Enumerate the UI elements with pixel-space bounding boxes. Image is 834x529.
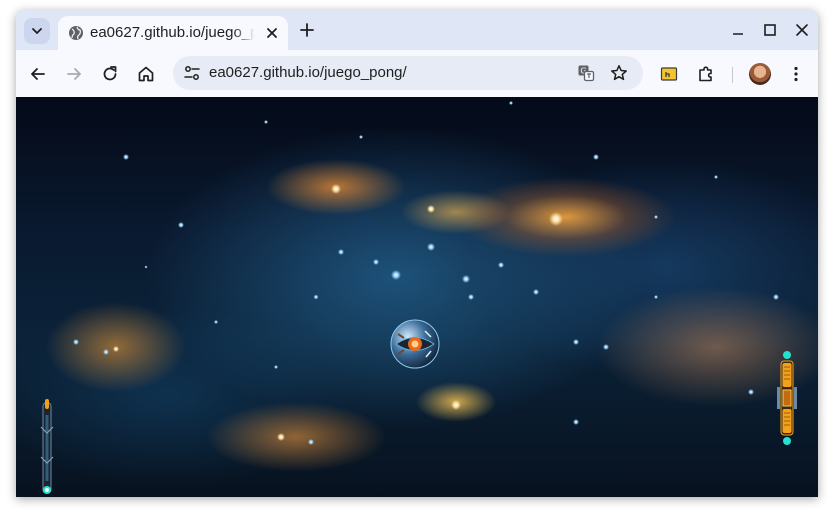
address-bar[interactable]: ea0627.github.io/juego_pong/ G [173, 56, 643, 90]
left-paddle [40, 399, 54, 494]
forward-arrow-icon[interactable] [64, 64, 84, 84]
game-canvas[interactable] [16, 97, 818, 497]
maximize-icon[interactable] [762, 22, 778, 38]
reload-icon[interactable] [100, 64, 120, 84]
back-arrow-icon[interactable] [28, 64, 48, 84]
tab-strip: ea0627.github.io/juego_pong/ [16, 10, 818, 50]
window-close-icon[interactable] [794, 22, 810, 38]
browser-window: ea0627.github.io/juego_pong/ [16, 10, 818, 497]
chevron-down-icon [32, 28, 42, 34]
toolbar-separator [732, 67, 733, 83]
globe-icon [69, 26, 83, 40]
translate-icon[interactable]: G [577, 64, 595, 82]
star-field [73, 101, 779, 445]
url-text: ea0627.github.io/juego_pong/ [209, 64, 407, 81]
plus-icon[interactable] [299, 22, 315, 38]
toolbar: ea0627.github.io/juego_pong/ G [16, 50, 818, 97]
space-nebula-background [73, 101, 779, 445]
profile-avatar[interactable] [749, 63, 771, 85]
tab-title: ea0627.github.io/juego_pong/ [90, 24, 255, 41]
tab-search-button[interactable] [24, 18, 50, 44]
bookmark-star-icon[interactable] [610, 64, 628, 82]
minimize-icon[interactable] [730, 22, 746, 38]
site-settings-icon[interactable] [183, 64, 201, 82]
extension-folder-icon[interactable] [659, 64, 679, 84]
close-icon[interactable] [264, 25, 280, 41]
spaceship-ball [390, 319, 440, 369]
tab-active[interactable]: ea0627.github.io/juego_pong/ [58, 16, 288, 50]
right-paddle [777, 351, 797, 445]
home-icon[interactable] [136, 64, 156, 84]
more-menu-icon[interactable] [786, 64, 806, 84]
puzzle-icon[interactable] [696, 64, 716, 84]
